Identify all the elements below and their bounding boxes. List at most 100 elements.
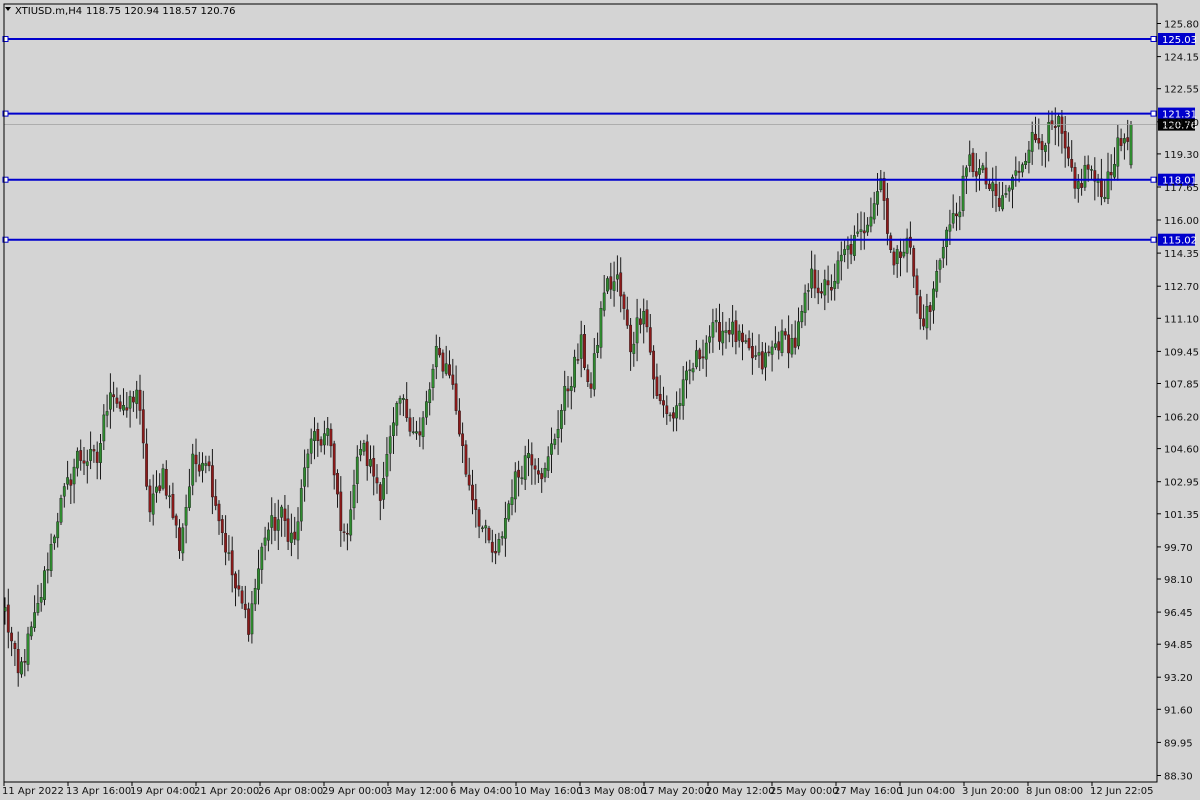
x-tick-label: 13 May 08:00 [578,786,647,797]
candle-body [82,460,86,464]
candle-body [319,439,323,446]
x-tick-label: 21 Apr 20:00 [194,786,259,797]
candle-body [490,541,494,553]
candle-body [895,249,899,264]
candle-body [856,231,860,234]
candle-body [527,453,530,459]
candle-body [1066,146,1070,159]
candle-body [217,503,221,522]
candle-body [247,608,250,635]
candle-body [296,521,300,541]
candle-body [155,486,158,493]
candle-body [1126,137,1130,142]
candle-body [421,417,425,437]
candle-body [658,394,662,401]
candle-body [444,363,448,374]
candle-body [201,462,204,471]
candle-body [375,477,379,484]
candle-body [648,327,652,353]
candle-body [632,343,636,354]
ohlc-readout: 118.75 120.94 118.57 120.76 [86,6,236,17]
candle-body [816,287,820,294]
candle-body [606,278,609,292]
candle-body [830,287,833,291]
candle-body [747,338,751,349]
candle-body [131,396,135,403]
candle-body [1116,137,1120,167]
candle-body [349,509,353,536]
candle-body [1057,116,1061,127]
candle-body [299,488,303,522]
candle-body [286,518,290,542]
candle-body [392,422,395,436]
candle-body [23,661,27,663]
price-chart[interactable]: 125.03121.31118.01115.02120.76 125.80124… [0,0,1200,800]
candle-body [533,465,537,470]
candle-body [187,486,191,508]
candle-body [339,491,343,531]
candle-body [1076,181,1080,189]
candle-body [672,412,675,419]
candle-body [365,441,369,466]
y-tick-label: 112.70 [1164,282,1199,293]
level-handle[interactable] [1150,36,1157,42]
candle-body [326,428,330,436]
level-handle[interactable] [1150,176,1157,183]
candle-body [724,330,728,333]
x-tick-label: 26 Apr 08:00 [258,786,323,797]
candle-body [859,229,863,232]
candle-body [227,552,231,554]
candle-body [62,486,66,497]
x-tick-label: 12 Jun 22:05 [1090,786,1154,797]
candle-body [471,484,474,501]
candle-body [89,449,93,461]
candle-body [79,450,83,461]
candle-body [151,493,155,515]
candle-body [1030,132,1034,152]
candle-body [925,306,929,329]
candle-body [1007,187,1011,192]
candle-body [336,473,339,495]
candle-body [434,346,438,368]
candle-body [1073,167,1077,189]
level-handle[interactable] [1150,110,1157,117]
candle-body [711,322,715,338]
candle-body [820,291,823,294]
x-tick-label: 11 Apr 2022 [2,786,64,797]
candle-body [323,433,326,446]
candle-body [418,431,422,436]
x-tick-label: 6 May 04:00 [450,786,512,797]
candle-body [204,463,208,466]
candle-body [951,213,955,224]
candle-body [984,167,988,185]
candle-body [280,506,283,518]
candle-body [1122,138,1126,144]
candle-body [290,532,293,543]
candle-body [899,251,902,258]
level-handle[interactable] [1150,236,1157,243]
candle-body [1083,165,1087,188]
candle-body [882,178,886,201]
candle-body [438,348,441,356]
candle-body [616,274,619,280]
y-tick-label: 119.30 [1164,150,1199,161]
candle-body [862,230,866,234]
candle-body [171,494,175,518]
candle-body [1021,164,1024,173]
candle-body [448,364,451,376]
candle-body [263,537,267,546]
y-tick-label: 107.85 [1164,380,1199,391]
candle-body [1053,125,1057,128]
candle-body [1086,164,1090,170]
candle-body [1050,120,1054,125]
candle-body [1001,195,1005,210]
candle-body [1106,171,1110,200]
candle-body [948,224,952,232]
candle-body [971,152,975,172]
candle-body [306,453,310,468]
symbol-label: XTIUSD.m,H4 [15,6,82,17]
candle-body [303,467,306,487]
candle-body [369,459,372,467]
candle-body [513,471,517,500]
candle-body [415,431,418,434]
